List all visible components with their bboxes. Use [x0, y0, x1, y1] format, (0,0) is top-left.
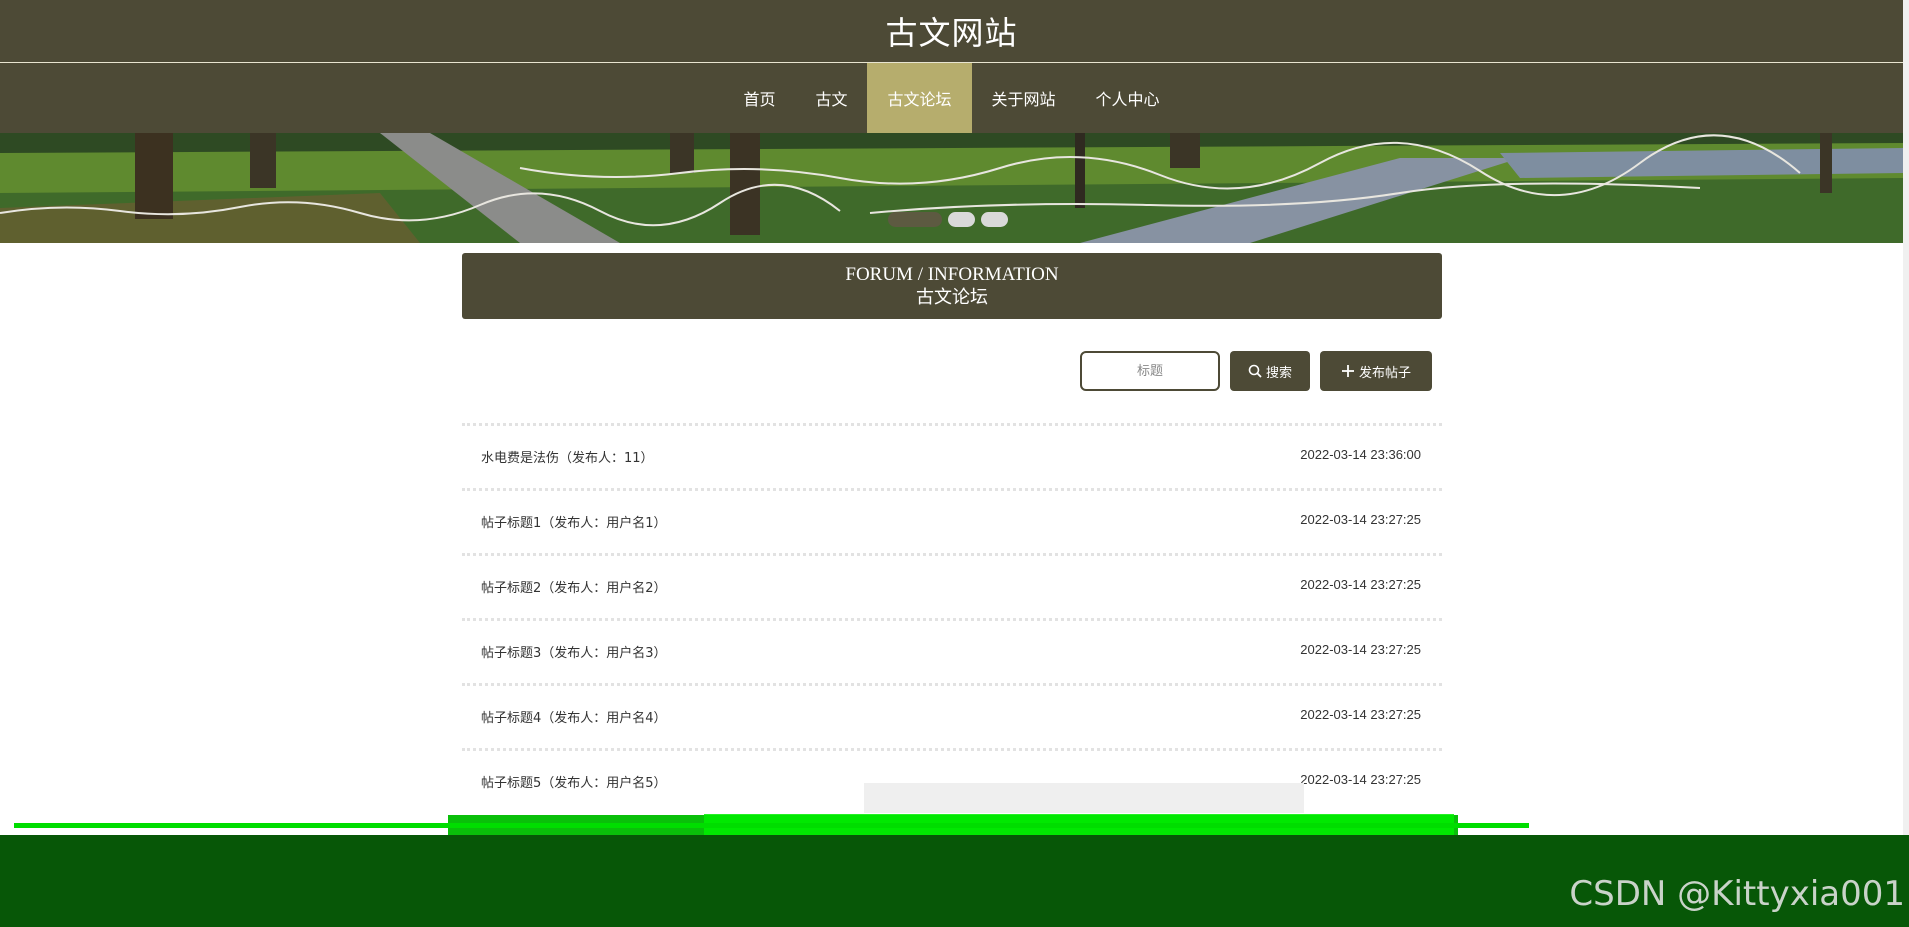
nav-item-about[interactable]: 关于网站 [972, 63, 1076, 133]
carousel-dot-2[interactable] [948, 212, 975, 227]
post-time: 2022-03-14 23:27:25 [1300, 642, 1421, 657]
search-icon [1248, 364, 1262, 378]
render-artifact [864, 783, 1304, 813]
post-time: 2022-03-14 23:27:25 [1300, 707, 1421, 722]
nav-item-home[interactable]: 首页 [723, 63, 795, 133]
post-time: 2022-03-14 23:36:00 [1300, 447, 1421, 462]
carousel-dot-1[interactable] [888, 212, 942, 227]
plus-icon [1341, 365, 1354, 377]
site-title: 古文网站 [885, 14, 1018, 52]
carousel-dot-3[interactable] [981, 212, 1008, 227]
post-title[interactable]: 水电费是法伤（发布人：11） [481, 447, 654, 466]
watermark: CSDN @Kittyxia001 [1569, 874, 1905, 914]
publish-post-label: 发布帖子 [1358, 365, 1411, 381]
post-time: 2022-03-14 23:27:25 [1300, 577, 1421, 592]
post-row[interactable]: 帖子标题1（发布人：用户名1） 2022-03-14 23:27:25 [462, 488, 1442, 553]
post-time: 2022-03-14 23:27:25 [1300, 772, 1421, 787]
post-list: 水电费是法伤（发布人：11） 2022-03-14 23:36:00 帖子标题1… [462, 423, 1442, 813]
search-button-label: 搜索 [1265, 365, 1292, 381]
nav-item-profile[interactable]: 个人中心 [1076, 63, 1180, 133]
site-header: 古文网站 [0, 0, 1903, 63]
post-title[interactable]: 帖子标题2（发布人：用户名2） [481, 577, 667, 596]
post-title[interactable]: 帖子标题4（发布人：用户名4） [481, 707, 667, 726]
post-row[interactable]: 帖子标题2（发布人：用户名2） 2022-03-14 23:27:25 [462, 553, 1442, 618]
search-input[interactable] [1080, 351, 1220, 391]
nav-item-forum[interactable]: 古文论坛 [867, 63, 972, 133]
banner-carousel[interactable] [0, 133, 1903, 243]
forum-section-header: FORUM / INFORMATION 古文论坛 [462, 253, 1442, 319]
search-button[interactable]: 搜索 [1230, 351, 1310, 391]
main-nav: 首页 古文 古文论坛 关于网站 个人中心 [0, 63, 1903, 133]
post-title[interactable]: 帖子标题5（发布人：用户名5） [481, 772, 667, 791]
forum-title-cn: 古文论坛 [916, 287, 988, 308]
post-row[interactable]: 水电费是法伤（发布人：11） 2022-03-14 23:36:00 [462, 423, 1442, 488]
post-title[interactable]: 帖子标题1（发布人：用户名1） [481, 512, 667, 531]
nav-item-classics[interactable]: 古文 [795, 63, 867, 133]
post-title[interactable]: 帖子标题3（发布人：用户名3） [481, 642, 667, 661]
post-row[interactable]: 帖子标题3（发布人：用户名3） 2022-03-14 23:27:25 [462, 618, 1442, 683]
forum-title-en: FORUM / INFORMATION [845, 264, 1059, 285]
post-time: 2022-03-14 23:27:25 [1300, 512, 1421, 527]
carousel-dots [888, 212, 1008, 227]
post-row[interactable]: 帖子标题4（发布人：用户名4） 2022-03-14 23:27:25 [462, 683, 1442, 748]
publish-post-button[interactable]: 发布帖子 [1320, 351, 1432, 391]
render-artifact [14, 823, 1529, 828]
scrollbar-track[interactable] [1903, 0, 1909, 835]
